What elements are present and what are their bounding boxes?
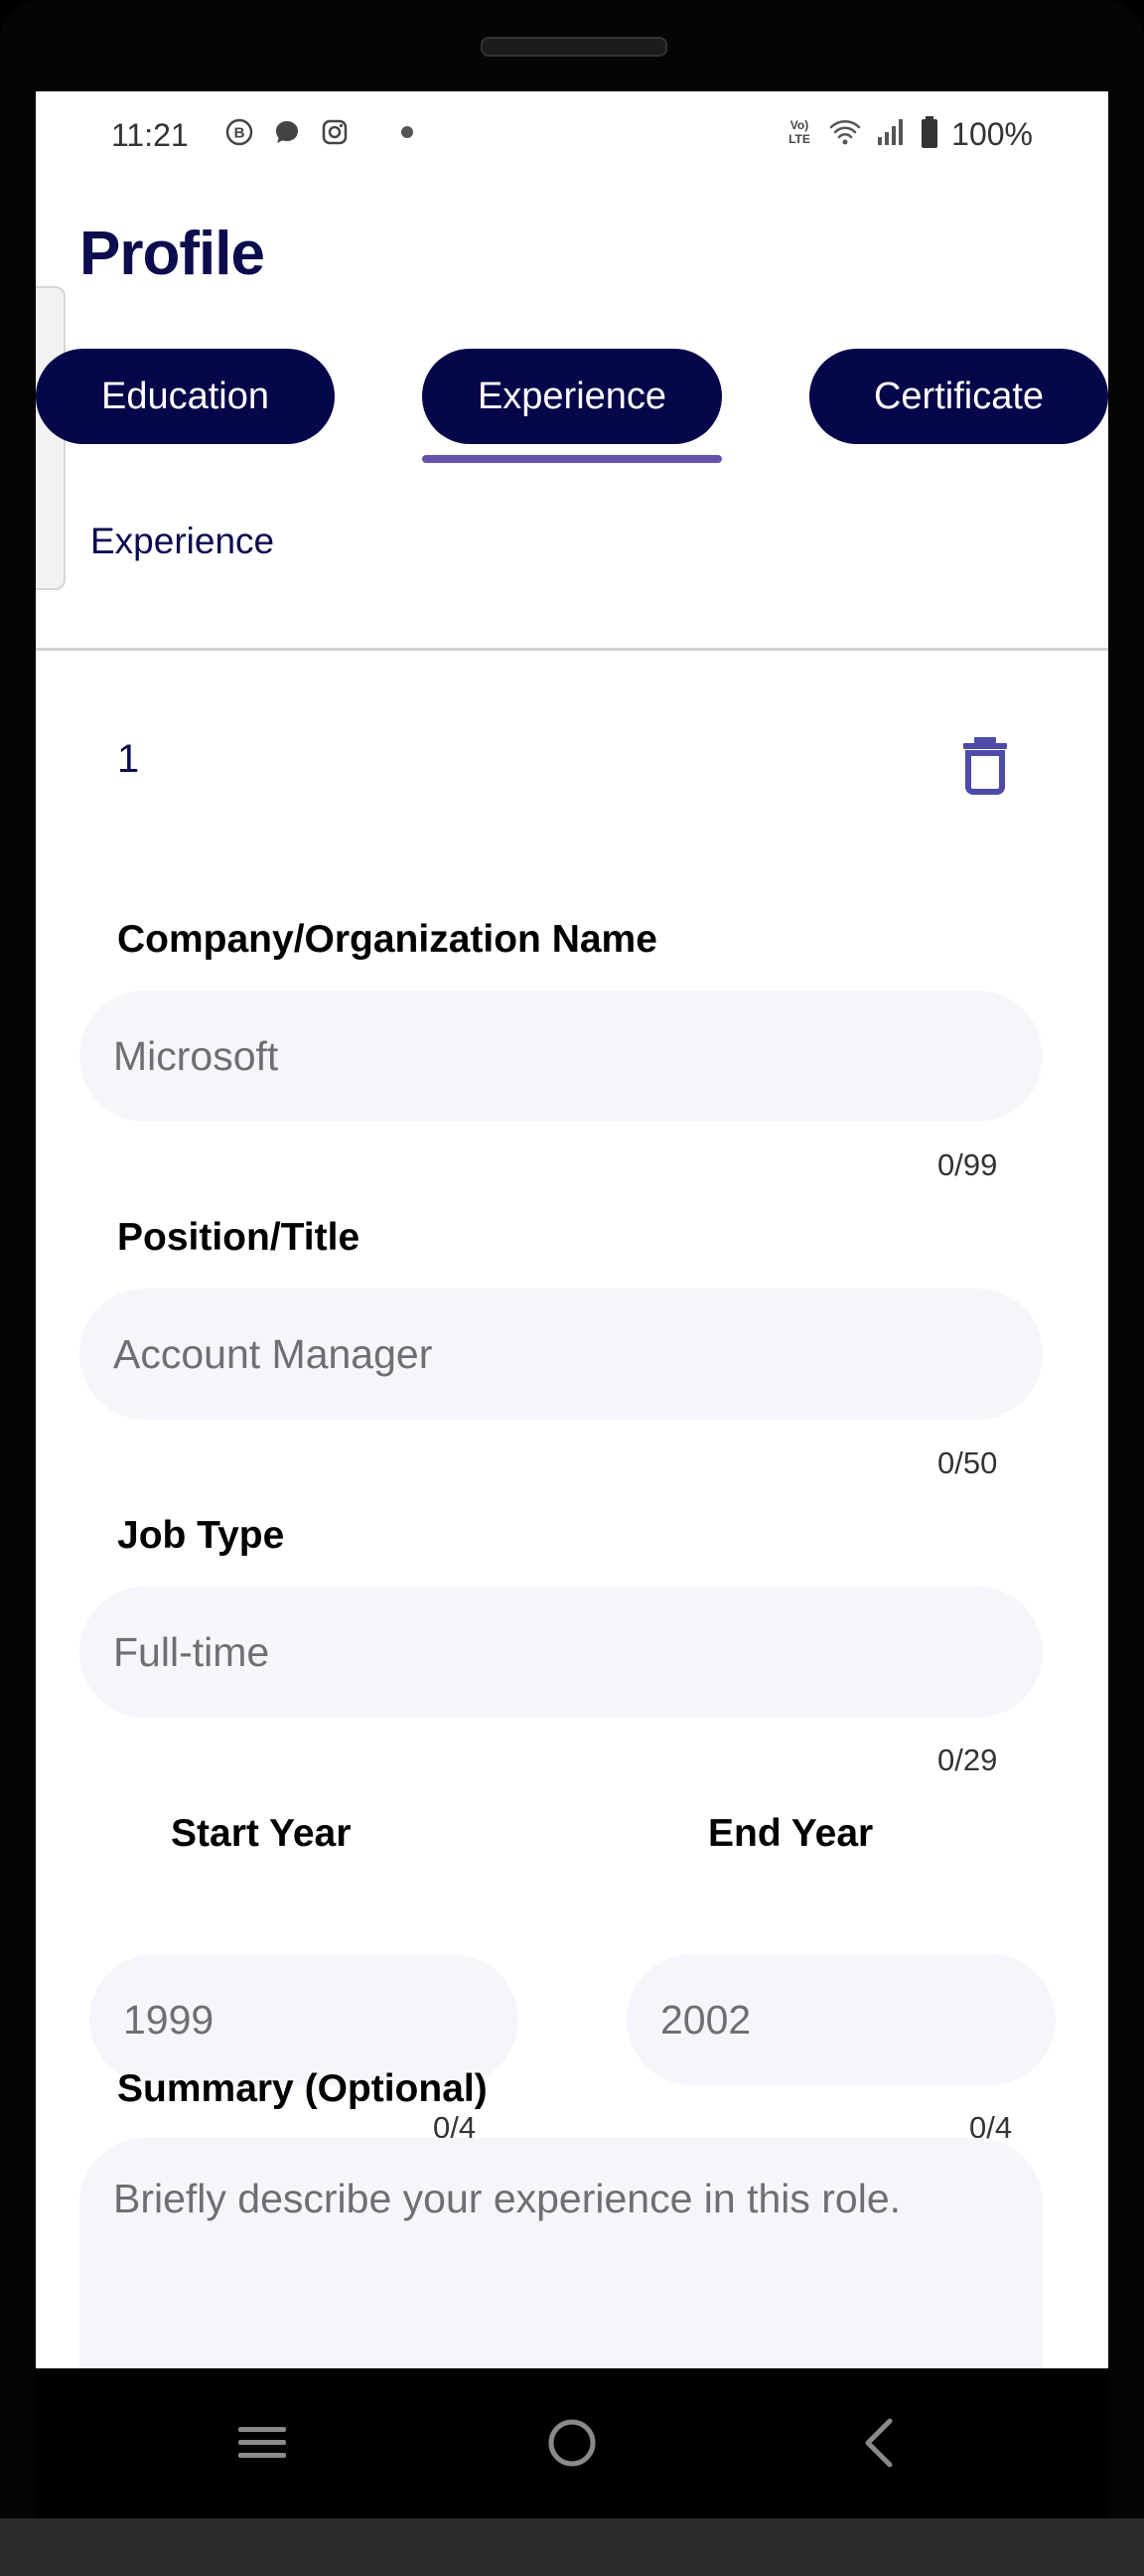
earpiece-speaker xyxy=(481,37,667,57)
system-status-icons: Vo) LTE 100% xyxy=(783,115,1033,154)
company-placeholder: Microsoft xyxy=(113,1032,279,1079)
instagram-icon xyxy=(318,115,352,149)
tab-experience[interactable]: Experience xyxy=(422,349,722,444)
svg-text:B: B xyxy=(234,125,245,142)
back-button[interactable] xyxy=(845,2410,915,2480)
company-label: Company/Organization Name xyxy=(117,918,657,961)
chat-bubble-icon xyxy=(270,115,304,149)
home-icon xyxy=(546,2417,598,2474)
trash-icon xyxy=(960,737,1010,799)
home-button[interactable] xyxy=(537,2410,607,2480)
end-year-field[interactable]: 2002 xyxy=(627,1954,1056,2085)
page-title: Profile xyxy=(79,220,265,288)
end-year-placeholder: 2002 xyxy=(660,1996,752,2043)
company-field[interactable]: Microsoft xyxy=(79,990,1043,1122)
delete-entry-button[interactable] xyxy=(960,735,1010,795)
status-bar: 11:21 B Vo) LTE 100% xyxy=(36,91,1108,183)
section-divider xyxy=(36,648,1108,651)
position-field[interactable]: Account Manager xyxy=(79,1288,1043,1420)
position-placeholder: Account Manager xyxy=(113,1330,433,1377)
b-circle-icon: B xyxy=(222,115,256,149)
volte-icon: Vo) LTE xyxy=(783,115,816,154)
signal-icon xyxy=(874,115,908,154)
more-notifications-dot xyxy=(401,126,413,138)
recent-apps-icon xyxy=(236,2423,288,2468)
start-year-label: Start Year xyxy=(171,1812,352,1855)
job-type-field[interactable]: Full-time xyxy=(79,1587,1043,1718)
summary-textarea[interactable]: Briefly describe your experience in this… xyxy=(79,2138,1043,2368)
company-char-counter: 0/99 xyxy=(937,1147,998,1182)
phone-bottom-edge xyxy=(0,2518,1144,2576)
start-year-placeholder: 1999 xyxy=(123,1996,214,2043)
job-type-placeholder: Full-time xyxy=(113,1628,270,1675)
active-tab-indicator xyxy=(422,455,722,463)
tab-education[interactable]: Education xyxy=(36,349,335,444)
end-year-label: End Year xyxy=(708,1812,874,1855)
notification-icons: B xyxy=(222,115,413,149)
battery-percentage: 100% xyxy=(951,116,1033,152)
job-type-char-counter: 0/29 xyxy=(937,1743,998,1777)
wifi-icon xyxy=(828,115,862,154)
job-type-label: Job Type xyxy=(117,1514,285,1557)
position-label: Position/Title xyxy=(117,1216,360,1259)
section-label: Experience xyxy=(90,521,275,561)
recent-apps-button[interactable] xyxy=(227,2410,297,2480)
summary-label: Summary (Optional) xyxy=(117,2067,488,2110)
svg-text:LTE: LTE xyxy=(788,132,810,146)
app-screen: 11:21 B Vo) LTE 100% Profile Education E… xyxy=(36,91,1108,2368)
status-time: 11:21 xyxy=(111,117,189,153)
system-nav-bar xyxy=(36,2368,1108,2518)
battery-icon xyxy=(920,115,939,154)
summary-placeholder: Briefly describe your experience in this… xyxy=(113,2176,902,2221)
svg-text:Vo): Vo) xyxy=(790,118,808,132)
position-char-counter: 0/50 xyxy=(937,1445,998,1480)
back-icon xyxy=(860,2417,900,2474)
entry-number: 1 xyxy=(117,737,140,781)
start-year-field[interactable]: 1999 xyxy=(89,1954,518,2085)
tab-certificate[interactable]: Certificate xyxy=(809,349,1108,444)
